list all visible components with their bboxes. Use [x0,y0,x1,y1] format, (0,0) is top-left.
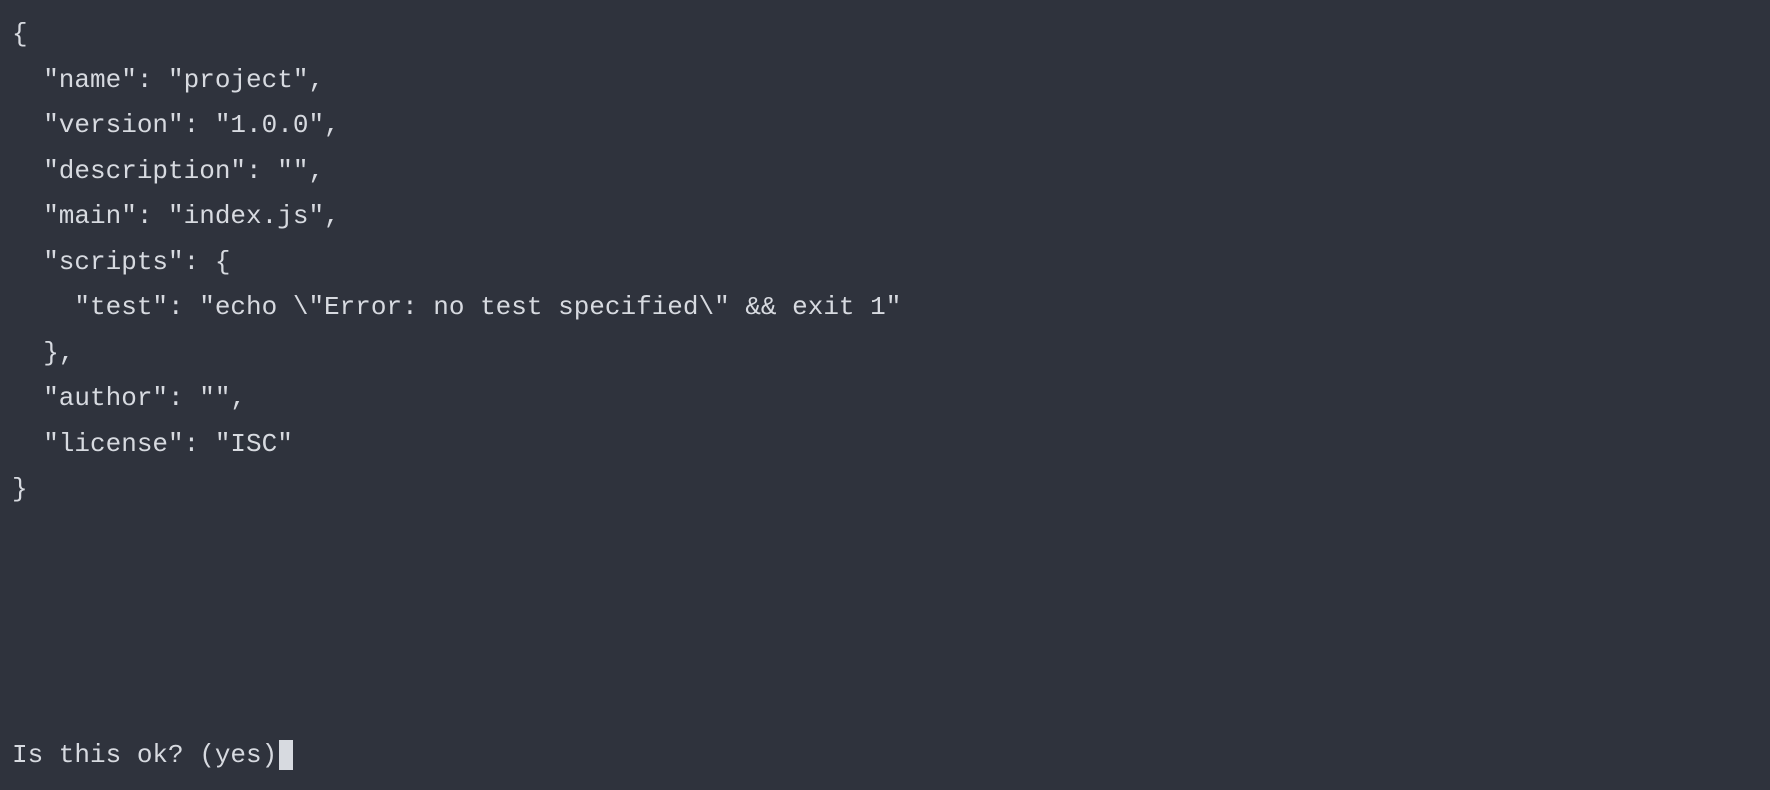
terminal-prompt-line[interactable]: Is this ok? (yes) [12,733,293,779]
json-line: "version": "1.0.0", [12,110,340,140]
json-line: "main": "index.js", [12,201,340,231]
json-line: "name": "project", [12,65,324,95]
json-line: }, [12,338,74,368]
json-line: "test": "echo \"Error: no test specified… [12,292,901,322]
json-line: } [12,474,28,504]
json-line: "license": "ISC" [12,429,293,459]
json-line: "scripts": { [12,247,230,277]
json-line: "description": "", [12,156,324,186]
json-line: { [12,19,28,49]
prompt-text: Is this ok? (yes) [12,733,277,779]
json-line: "author": "", [12,383,246,413]
terminal-output: { "name": "project", "version": "1.0.0",… [12,12,1758,513]
cursor-icon [279,740,293,770]
